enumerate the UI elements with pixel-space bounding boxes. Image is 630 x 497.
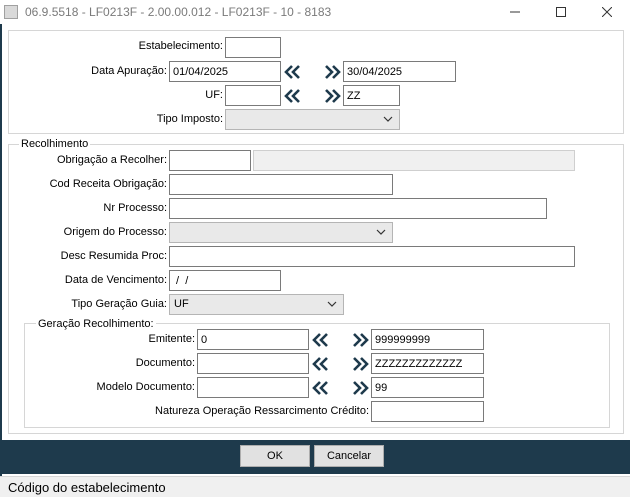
chevron-down-icon — [383, 116, 393, 122]
ok-button[interactable]: OK — [240, 445, 310, 467]
modelo-from-input[interactable] — [197, 377, 309, 398]
uf-from-input[interactable] — [225, 85, 281, 106]
modelo-label: Modelo Documento: — [96, 381, 195, 393]
documento-to-input[interactable] — [371, 353, 484, 374]
natureza-input[interactable] — [371, 401, 484, 422]
estabelecimento-input[interactable] — [225, 37, 281, 58]
double-right-arrow-icon[interactable] — [351, 356, 369, 372]
data-apuracao-to-input[interactable] — [343, 61, 456, 82]
status-bar: Código do estabelecimento — [0, 476, 630, 497]
emitente-label: Emitente: — [148, 333, 195, 345]
window-title: 06.9.5518 - LF0213F - 2.00.00.012 - LF02… — [25, 5, 332, 19]
chevron-down-icon — [327, 301, 337, 307]
recolhimento-legend: Recolhimento — [19, 138, 91, 150]
nr-processo-input[interactable] — [169, 198, 547, 219]
title-bar: 06.9.5518 - LF0213F - 2.00.00.012 - LF02… — [0, 0, 630, 24]
data-apuracao-label: Data Apuração: — [91, 65, 167, 77]
desc-resumida-label: Desc Resumida Proc: — [60, 250, 167, 262]
cod-receita-input[interactable] — [169, 174, 393, 195]
double-left-arrow-icon[interactable] — [312, 380, 330, 396]
cancel-button[interactable]: Cancelar — [314, 445, 384, 467]
close-icon — [602, 7, 612, 17]
geracao-legend: Geração Recolhimento: — [36, 318, 156, 330]
data-vencimento-label: Data de Vencimento: — [64, 274, 167, 286]
origem-processo-label: Origem do Processo: — [63, 226, 167, 238]
status-text: Código do estabelecimento — [8, 480, 166, 495]
tipo-geracao-value: UF — [174, 298, 189, 310]
tipo-imposto-label: Tipo Imposto: — [156, 113, 223, 125]
uf-to-input[interactable] — [343, 85, 400, 106]
maximize-icon — [556, 7, 566, 17]
double-left-arrow-icon[interactable] — [284, 64, 302, 80]
emitente-from-input[interactable] — [197, 329, 309, 350]
obrigacao-label: Obrigação a Recolher: — [56, 154, 167, 166]
emitente-to-input[interactable] — [371, 329, 484, 350]
nr-processo-label: Nr Processo: — [103, 202, 167, 214]
double-right-arrow-icon[interactable] — [323, 88, 341, 104]
double-right-arrow-icon[interactable] — [351, 380, 369, 396]
double-right-arrow-icon[interactable] — [323, 64, 341, 80]
double-left-arrow-icon[interactable] — [284, 88, 302, 104]
tipo-imposto-select[interactable] — [225, 109, 400, 130]
tipo-geracao-select[interactable]: UF — [169, 294, 344, 315]
double-left-arrow-icon[interactable] — [312, 332, 330, 348]
origem-processo-select[interactable] — [169, 222, 393, 243]
obrigacao-code-input[interactable] — [169, 150, 251, 171]
estabelecimento-label: Estabelecimento: — [138, 40, 223, 52]
button-bar: OK Cancelar — [2, 440, 630, 474]
documento-from-input[interactable] — [197, 353, 309, 374]
maximize-button[interactable] — [538, 0, 584, 24]
minimize-icon — [510, 11, 520, 13]
double-left-arrow-icon[interactable] — [312, 356, 330, 372]
window-frame — [0, 24, 2, 476]
cod-receita-label: Cod Receita Obrigação: — [49, 178, 167, 190]
uf-label: UF: — [205, 89, 223, 101]
natureza-label: Natureza Operação Ressarcimento Crédito: — [155, 405, 369, 417]
app-icon — [4, 5, 18, 19]
obrigacao-description-input — [253, 150, 575, 171]
desc-resumida-input[interactable] — [169, 246, 575, 267]
data-apuracao-from-input[interactable] — [169, 61, 281, 82]
close-button[interactable] — [584, 0, 630, 24]
documento-label: Documento: — [135, 357, 195, 369]
minimize-button[interactable] — [492, 0, 538, 24]
double-right-arrow-icon[interactable] — [351, 332, 369, 348]
data-vencimento-input[interactable] — [169, 270, 281, 291]
modelo-to-input[interactable] — [371, 377, 484, 398]
tipo-geracao-label: Tipo Geração Guia: — [71, 298, 167, 310]
chevron-down-icon — [376, 229, 386, 235]
